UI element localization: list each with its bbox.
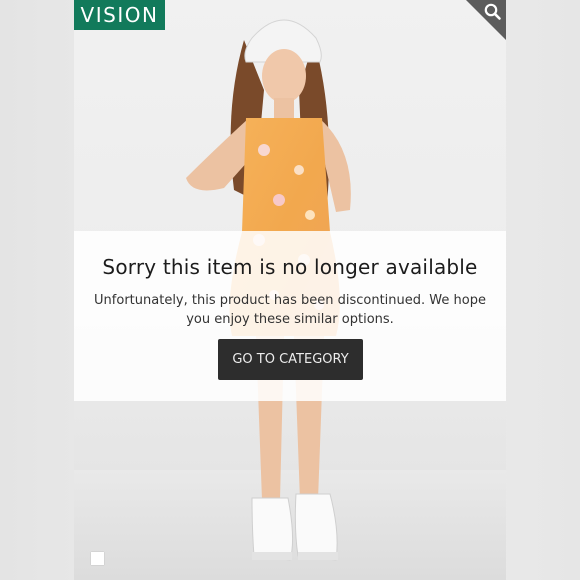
go-to-category-button[interactable]: GO TO CATEGORY [218,339,363,380]
notice-title: Sorry this item is no longer available [102,255,478,279]
unavailable-notice: Sorry this item is no longer available U… [74,231,506,401]
brand-name: VISION [80,3,159,27]
notice-message: Unfortunately, this product has been dis… [94,293,486,327]
image-thumbnail-indicator[interactable] [91,552,104,565]
search-icon [466,0,506,40]
zoom-button[interactable] [466,0,506,40]
listing-canvas: VISION Sorry this item is no longer avai… [0,0,580,580]
brand-logo[interactable]: VISION [74,0,165,30]
